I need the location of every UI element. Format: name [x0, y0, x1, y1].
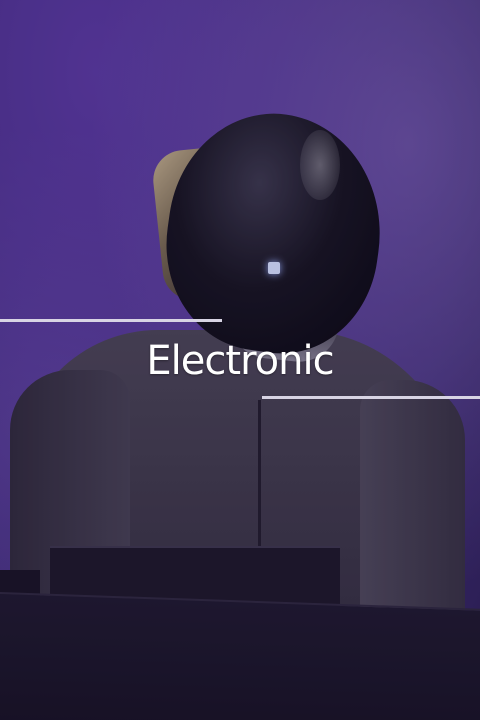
category-title[interactable]: Electronic [0, 334, 480, 388]
title-divider-top [0, 319, 222, 322]
genre-hub-screen: Electronic [0, 0, 480, 720]
title-divider-bottom [262, 396, 480, 399]
